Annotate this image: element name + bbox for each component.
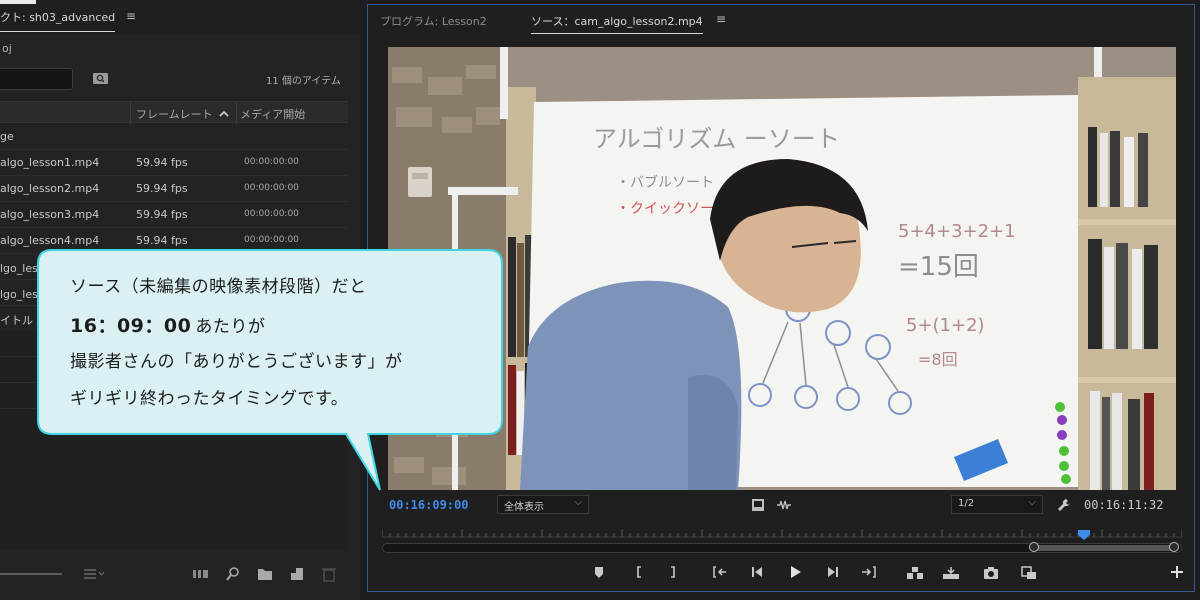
chevron-down-icon: ⌵ xyxy=(1028,497,1036,508)
item-media-start: 00:00:00:00 xyxy=(244,209,299,219)
go-to-in-button[interactable] xyxy=(710,563,732,583)
whiteboard-formula: 5+(1+2) xyxy=(906,315,985,336)
duration-timecode: 00:16:11:32 xyxy=(1084,498,1164,512)
current-timecode[interactable]: 00:16:09:00 xyxy=(389,498,468,512)
callout-line: 16：09：00 あたりが xyxy=(70,311,265,338)
item-frame-rate: 59.94 fps xyxy=(136,208,188,221)
mark-in-button[interactable] xyxy=(628,563,650,583)
list-item[interactable]: algo_lesson3.mp4 59.94 fps 00:00:00:00 xyxy=(0,202,348,228)
step-forward-button[interactable] xyxy=(822,563,844,583)
zoom-level-select[interactable]: 全体表示 ⌵ xyxy=(497,495,589,514)
project-panel: クト: sh03_advanced ≡ oj 11 個のアイテム フレームレート… xyxy=(0,0,360,600)
item-count: 11 個のアイテム xyxy=(266,76,341,87)
step-back-button[interactable] xyxy=(746,563,768,583)
tab-project[interactable]: クト: sh03_advanced xyxy=(0,9,116,32)
tab-source-monitor[interactable]: ソース：cam_algo_lesson2.mp4 xyxy=(531,13,703,34)
video-frame[interactable]: アルゴリズム ーソート ・バブルソート ・クイックソート 5+4+3+2+1 =… xyxy=(388,47,1176,490)
go-to-out-button[interactable] xyxy=(858,563,880,583)
callout-line: ソース（未編集の映像素材段階）だと xyxy=(70,277,367,297)
scroll-handle-right[interactable] xyxy=(1169,542,1179,552)
time-ruler[interactable] xyxy=(382,525,1182,539)
item-frame-rate: 59.94 fps xyxy=(136,182,188,195)
trash-icon[interactable] xyxy=(320,566,338,582)
tab-indicator xyxy=(0,0,36,4)
button-editor-plus-icon[interactable] xyxy=(1166,563,1188,583)
panel-menu-icon[interactable]: ≡ xyxy=(126,9,136,23)
search-input[interactable] xyxy=(0,68,73,90)
drag-video-only-icon[interactable] xyxy=(750,497,766,513)
item-media-start: 00:00:00:00 xyxy=(244,183,299,193)
column-header-media-start[interactable]: メディア開始 xyxy=(240,106,305,122)
project-name: oj xyxy=(2,42,12,55)
whiteboard-title: アルゴリズム ーソート xyxy=(593,125,840,153)
row-divider xyxy=(0,382,348,383)
zoom-scroll-bar[interactable] xyxy=(382,542,1182,553)
item-frame-rate: 59.94 fps xyxy=(136,156,188,169)
sort-icons-icon[interactable] xyxy=(82,566,105,582)
overwrite-button[interactable] xyxy=(940,563,962,583)
scroll-handle-left[interactable] xyxy=(1029,542,1039,552)
monitor-control-bar: 00:16:09:00 全体表示 ⌵ 1/2 ⌵ 00:16:11:32 xyxy=(368,493,1194,519)
callout-text: あたりが xyxy=(195,317,266,337)
column-header-frame-rate[interactable]: フレームレート xyxy=(136,106,213,122)
list-header: フレームレート メディア開始 xyxy=(0,101,348,124)
insert-button[interactable] xyxy=(904,563,926,583)
project-footer xyxy=(0,560,360,590)
new-item-icon[interactable] xyxy=(288,566,306,582)
find-in-bin-icon[interactable] xyxy=(92,70,110,84)
item-name: algo_lesson2.mp4 xyxy=(0,182,100,195)
whiteboard-item: ・バブルソート xyxy=(616,174,714,191)
add-marker-button[interactable] xyxy=(588,563,610,583)
callout-timecode: 16：09：00 xyxy=(70,315,192,337)
item-name: algo_lesson4.mp4 xyxy=(0,234,100,247)
column-divider[interactable] xyxy=(130,102,131,124)
source-monitor-panel: プログラム: Lesson2 ソース：cam_algo_lesson2.mp4 … xyxy=(367,4,1195,592)
toggle-proxy-icon[interactable] xyxy=(1018,563,1040,583)
tab-program-monitor[interactable]: プログラム: Lesson2 xyxy=(380,13,487,29)
item-name: ge xyxy=(0,130,14,143)
resolution-value: 1/2 xyxy=(958,498,975,509)
item-media-start: 00:00:00:00 xyxy=(244,157,299,167)
wrench-icon[interactable] xyxy=(1056,497,1072,513)
playhead[interactable] xyxy=(1078,525,1091,540)
column-divider[interactable] xyxy=(236,102,237,124)
callout-line: ギリギリ終わったタイミングです。 xyxy=(70,389,349,409)
zoom-slider[interactable] xyxy=(0,573,62,575)
item-frame-rate: 59.94 fps xyxy=(136,234,188,247)
item-media-start: 00:00:00:00 xyxy=(244,235,299,245)
whiteboard-formula: 5+4+3+2+1 xyxy=(898,221,1016,242)
sort-ascending-icon[interactable] xyxy=(218,105,230,117)
panel-menu-icon[interactable]: ≡ xyxy=(716,12,726,26)
mark-out-button[interactable] xyxy=(662,563,684,583)
new-bin-icon[interactable] xyxy=(256,566,274,582)
play-button[interactable] xyxy=(784,563,806,583)
callout-line: 撮影者さんの「ありがとうございます」が xyxy=(70,352,403,372)
item-name: algo_lesson1.mp4 xyxy=(0,156,100,169)
item-name: algo_lesson3.mp4 xyxy=(0,208,100,221)
project-tab-bar: クト: sh03_advanced ≡ xyxy=(0,0,360,34)
item-name: イトル・ロゴ xyxy=(0,314,66,327)
video-still: アルゴリズム ーソート ・バブルソート ・クイックソート 5+4+3+2+1 =… xyxy=(388,47,1176,490)
drag-audio-only-icon[interactable] xyxy=(776,497,792,513)
playback-resolution-select[interactable]: 1/2 ⌵ xyxy=(951,495,1043,514)
find-icon[interactable] xyxy=(224,566,242,582)
transport-controls xyxy=(368,561,1194,585)
list-item[interactable]: algo_lesson2.mp4 59.94 fps 00:00:00:00 xyxy=(0,176,348,202)
list-item[interactable]: ge xyxy=(0,124,348,150)
list-item[interactable]: algo_lesson1.mp4 59.94 fps 00:00:00:00 xyxy=(0,150,348,176)
whiteboard-count: =8回 xyxy=(918,350,958,369)
list-item[interactable]: algo_lesson4.mp4 59.94 fps 00:00:00:00 xyxy=(0,228,348,254)
zoom-level-value: 全体表示 xyxy=(504,502,544,513)
chevron-down-icon: ⌵ xyxy=(574,497,582,508)
export-frame-camera-icon[interactable] xyxy=(980,563,1002,583)
automate-to-sequence-icon[interactable] xyxy=(192,566,210,582)
scroll-bar-thumb[interactable] xyxy=(1035,545,1177,551)
whiteboard-result: =15回 xyxy=(898,252,979,282)
